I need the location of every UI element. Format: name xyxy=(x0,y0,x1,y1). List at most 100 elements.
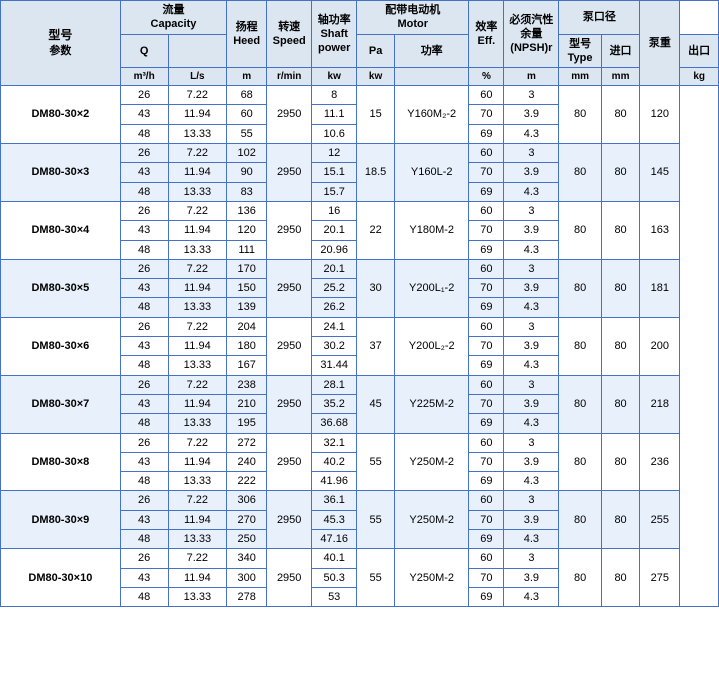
pa-cell: 45.3 xyxy=(312,510,357,529)
q-ls-cell: 13.33 xyxy=(168,182,227,201)
q-ls-cell: 13.33 xyxy=(168,298,227,317)
h-cell: 222 xyxy=(227,472,267,491)
model-cell: DM80-30×10 xyxy=(1,549,121,607)
motor-kw-cell: 55 xyxy=(357,491,395,549)
m-unit: m xyxy=(504,68,559,86)
pa-cell: 26.2 xyxy=(312,298,357,317)
pa-cell: 20.1 xyxy=(312,221,357,240)
q-ls-cell: 7.22 xyxy=(168,375,227,394)
model-cell: DM80-30×4 xyxy=(1,201,121,259)
inlet-cell: 80 xyxy=(559,433,601,491)
motor-kw-cell: 30 xyxy=(357,259,395,317)
pa-cell: 32.1 xyxy=(312,433,357,452)
q-m3-cell: 48 xyxy=(120,240,168,259)
h-cell: 270 xyxy=(227,510,267,529)
q-ls-cell: 11.94 xyxy=(168,105,227,124)
npsh-cell: 4.3 xyxy=(504,414,559,433)
q-ls-cell: 11.94 xyxy=(168,452,227,471)
npsh-cell: 3 xyxy=(504,201,559,220)
q-ls-cell: 13.33 xyxy=(168,124,227,143)
h-cell: 170 xyxy=(227,259,267,278)
inlet-cell: 80 xyxy=(559,317,601,375)
motor-type-cell: Y225M-2 xyxy=(395,375,469,433)
inlet-cell: 80 xyxy=(559,201,601,259)
outlet-cell: 80 xyxy=(601,317,640,375)
pa-cell: 35.2 xyxy=(312,394,357,413)
speed-cell: 2950 xyxy=(267,317,312,375)
eff-cell: 70 xyxy=(469,163,504,182)
npsh-cell: 3 xyxy=(504,259,559,278)
q-ls-cell: 7.22 xyxy=(168,144,227,163)
q-m3-cell: 26 xyxy=(120,433,168,452)
motor-type-cell: Y200L₁-2 xyxy=(395,259,469,317)
motor-kw-cell: 22 xyxy=(357,201,395,259)
h-cell: 180 xyxy=(227,337,267,356)
h-cell: 139 xyxy=(227,298,267,317)
speed-cell: 2950 xyxy=(267,375,312,433)
h-cell: 238 xyxy=(227,375,267,394)
q-unit: m³/h xyxy=(120,68,168,86)
q-m3-cell: 43 xyxy=(120,221,168,240)
inlet-cell: 80 xyxy=(559,375,601,433)
npsh-cell: 3.9 xyxy=(504,394,559,413)
motor-type-cell: Y200L₂-2 xyxy=(395,317,469,375)
pa-cell: 16 xyxy=(312,201,357,220)
eff-cell: 60 xyxy=(469,86,504,105)
npsh-cell: 3.9 xyxy=(504,568,559,587)
motor-type-header: 型号 Type xyxy=(559,34,601,68)
motor-type-cell: Y250M-2 xyxy=(395,491,469,549)
inlet-header: 进口 xyxy=(601,34,640,68)
eff-cell: 69 xyxy=(469,472,504,491)
motor-kw-cell: 55 xyxy=(357,549,395,607)
eff-cell: 69 xyxy=(469,356,504,375)
mm-unit: mm xyxy=(559,68,601,86)
pa-cell: 36.68 xyxy=(312,414,357,433)
q-ls-cell: 11.94 xyxy=(168,337,227,356)
npsh-cell: 4.3 xyxy=(504,356,559,375)
npsh-cell: 3.9 xyxy=(504,452,559,471)
h-cell: 150 xyxy=(227,279,267,298)
h-cell: 68 xyxy=(227,86,267,105)
h-cell: 136 xyxy=(227,201,267,220)
inlet-cell: 80 xyxy=(559,491,601,549)
pa-cell: 8 xyxy=(312,86,357,105)
model-cell: DM80-30×8 xyxy=(1,433,121,491)
speed-cell: 2950 xyxy=(267,259,312,317)
npsh-cell: 3 xyxy=(504,375,559,394)
q-m3-cell: 26 xyxy=(120,201,168,220)
q-ls-cell: 7.22 xyxy=(168,317,227,336)
q-m3-cell: 26 xyxy=(120,144,168,163)
table-row: DM80-30×3267.2210229501218.5Y160L-260380… xyxy=(1,144,719,163)
q-m3-cell: 43 xyxy=(120,337,168,356)
q-m3-cell: 26 xyxy=(120,549,168,568)
weight-header: 泵重 xyxy=(640,1,680,86)
eff-cell: 70 xyxy=(469,221,504,240)
npsh-cell: 3.9 xyxy=(504,510,559,529)
eff-cell: 69 xyxy=(469,240,504,259)
n-unit: r/min xyxy=(267,68,312,86)
eff-cell: 69 xyxy=(469,587,504,606)
q-m3-cell: 26 xyxy=(120,491,168,510)
shaft-header: 轴功率 Shaft power xyxy=(312,1,357,68)
outlet-cell: 80 xyxy=(601,201,640,259)
outlet-cell: 80 xyxy=(601,259,640,317)
q-m3-cell: 48 xyxy=(120,530,168,549)
speed-cell: 2950 xyxy=(267,491,312,549)
q-m3-cell: 43 xyxy=(120,452,168,471)
pa-cell: 28.1 xyxy=(312,375,357,394)
pa-cell: 15.7 xyxy=(312,182,357,201)
inlet-cell: 80 xyxy=(559,86,601,144)
pa-cell: 50.3 xyxy=(312,568,357,587)
q-m3-cell: 26 xyxy=(120,86,168,105)
q-m3-cell: 26 xyxy=(120,259,168,278)
port-header: 泵口径 xyxy=(559,1,640,35)
pa-cell: 15.1 xyxy=(312,163,357,182)
eff-cell: 60 xyxy=(469,144,504,163)
q-ls-cell: 11.94 xyxy=(168,510,227,529)
q-m3-cell: 48 xyxy=(120,414,168,433)
eff-cell: 60 xyxy=(469,317,504,336)
eff-cell: 69 xyxy=(469,530,504,549)
h-cell: 90 xyxy=(227,163,267,182)
q-ls-cell: 13.33 xyxy=(168,240,227,259)
npsh-cell: 3.9 xyxy=(504,337,559,356)
